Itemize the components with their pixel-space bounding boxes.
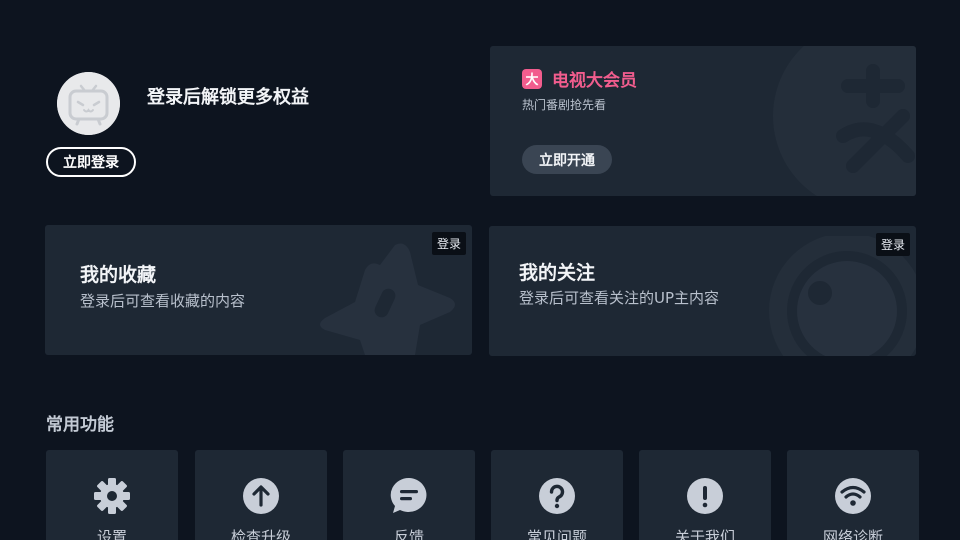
star-watermark-icon bbox=[320, 243, 455, 355]
favorites-card[interactable]: 我的收藏 登录后可查看收藏的内容 登录 bbox=[45, 225, 472, 355]
favorites-description: 登录后可查看收藏的内容 bbox=[80, 292, 246, 310]
login-button[interactable]: 立即登录 bbox=[46, 147, 136, 177]
vip-title: 电视大会员 bbox=[552, 71, 637, 91]
vip-open-button[interactable]: 立即开通 bbox=[522, 145, 612, 174]
following-card[interactable]: 我的关注 登录后可查看关注的UP主内容 登录 bbox=[489, 226, 916, 356]
gear-icon bbox=[93, 477, 131, 515]
tv-mascot-icon bbox=[57, 72, 120, 135]
question-icon bbox=[538, 477, 576, 515]
following-login-tag[interactable]: 登录 bbox=[875, 233, 910, 256]
func-about-us[interactable]: 关于我们 bbox=[639, 450, 771, 540]
login-prompt: 登录后解锁更多权益 bbox=[147, 87, 309, 108]
common-functions-title: 常用功能 bbox=[46, 415, 114, 435]
vip-card[interactable]: 大 电视大会员 热门番剧抢先看 立即开通 bbox=[490, 46, 916, 196]
arrow-up-icon bbox=[242, 477, 280, 515]
chat-bubble-icon bbox=[390, 477, 428, 515]
func-label: 反馈 bbox=[393, 528, 424, 540]
favorites-title: 我的收藏 bbox=[80, 264, 157, 286]
func-label: 常见问题 bbox=[526, 528, 587, 540]
func-label: 网络诊断 bbox=[822, 528, 883, 540]
following-title: 我的关注 bbox=[519, 262, 596, 284]
func-check-update[interactable]: 检查升级 bbox=[195, 450, 327, 540]
func-feedback[interactable]: 反馈 bbox=[343, 450, 475, 540]
wifi-icon bbox=[834, 477, 872, 515]
vip-title-row: 大 电视大会员 bbox=[522, 66, 637, 91]
func-label: 关于我们 bbox=[674, 528, 735, 540]
func-network-diagnosis[interactable]: 网络诊断 bbox=[787, 450, 919, 540]
vip-badge-icon: 大 bbox=[522, 68, 542, 89]
avatar bbox=[57, 72, 120, 135]
vip-subtitle: 热门番剧抢先看 bbox=[522, 98, 607, 112]
func-settings[interactable]: 设置 bbox=[46, 450, 178, 540]
func-faq[interactable]: 常见问题 bbox=[491, 450, 623, 540]
profile-page: 登录后解锁更多权益 立即登录 大 电视大会员 热门番剧抢先看 立即开通 我的收藏… bbox=[0, 0, 960, 540]
exclamation-icon bbox=[686, 477, 724, 515]
favorites-login-tag[interactable]: 登录 bbox=[431, 232, 466, 255]
func-label: 设置 bbox=[96, 528, 127, 540]
following-description: 登录后可查看关注的UP主内容 bbox=[519, 289, 720, 307]
common-functions-grid: 设置 检查升级 反馈 常见问题 关于我们 网络诊断 bbox=[46, 450, 926, 540]
vip-watermark-icon bbox=[773, 46, 916, 196]
func-label: 检查升级 bbox=[230, 528, 291, 540]
